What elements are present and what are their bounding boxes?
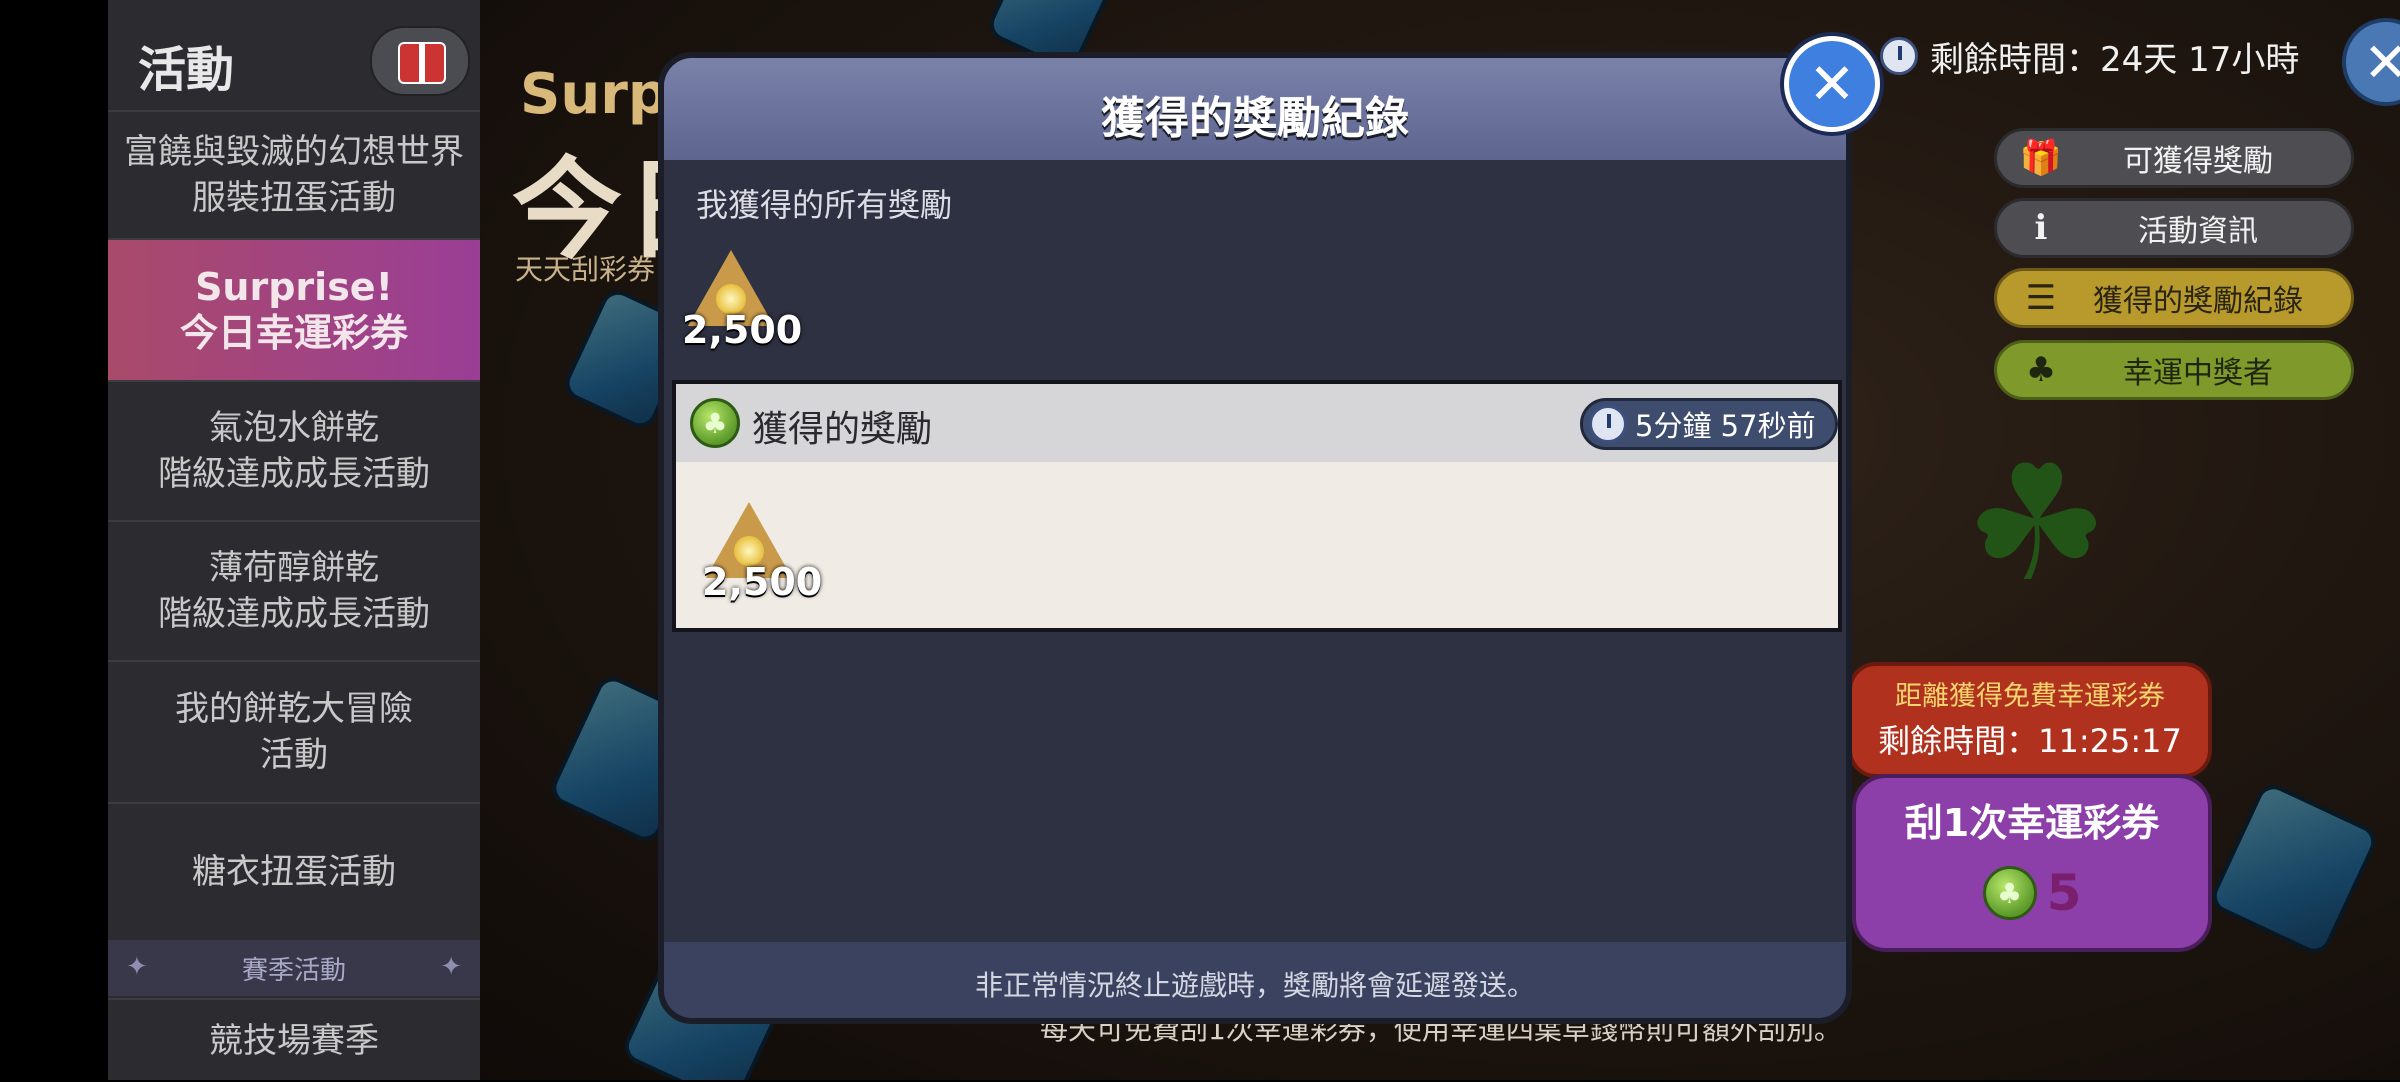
sidebar-item-sugar-gacha[interactable]: 糖衣扭蛋活動 (108, 802, 480, 940)
sidebar-item-lucky-ticket[interactable]: Surprise! 今日幸運彩券 (108, 238, 480, 380)
close-icon: ✕ (2363, 30, 2400, 94)
record-reward-amount: 2,500 (702, 560, 823, 604)
gift-icon: 🎁 (2019, 138, 2063, 178)
event-info-label: 活動資訊 (2138, 214, 2258, 249)
lucky-winners-button[interactable]: ♣ 幸運中獎者 (1994, 340, 2354, 400)
sparkle-icon: ✦ (440, 952, 462, 982)
scratch-cost-value: 5 (2046, 864, 2082, 922)
reward-history-label: 獲得的獎勵紀錄 (2093, 284, 2303, 319)
modal-title: 獲得的獎勵紀錄 (1101, 93, 1409, 144)
available-rewards-label: 可獲得獎勵 (2123, 144, 2273, 179)
event-sidebar: 活動 富饒與毀滅的幻想世界 服裝扭蛋活動 Surprise! 今日幸運彩券 氣泡… (108, 0, 480, 1080)
sidebar-item-cookie-adventure[interactable]: 我的餅乾大冒險 活動 (108, 660, 480, 802)
gift-box-button[interactable] (370, 26, 470, 96)
sidebar-item-menthol-cookie[interactable]: 薄荷醇餅乾 階級達成成長活動 (108, 520, 480, 660)
free-ticket-label: 距離獲得免費幸運彩券 (1895, 681, 2165, 712)
reward-record-time: 5分鐘 57秒前 (1580, 398, 1838, 450)
reward-history-modal: 獲得的獎勵紀錄 我獲得的所有獎勵 2,500 ♣ 獲得的獎勵 5分鐘 57秒前 … (658, 52, 1852, 1024)
free-ticket-timer-box: 距離獲得免費幸運彩券 剩餘時間：11:25:17 (1848, 662, 2212, 778)
clover-coin-icon: ♣ (690, 398, 740, 448)
total-reward-amount: 2,500 (682, 308, 803, 352)
modal-close-button[interactable]: ✕ (1784, 36, 1880, 132)
sidebar-header: 活動 (108, 0, 480, 110)
season-section-header: ✦ 賽季活動 ✦ (108, 940, 480, 996)
gift-icon (398, 42, 446, 84)
modal-footer-note: 非正常情況終止遊戲時，獎勵將會延遲發送。 (974, 969, 1535, 1002)
event-remaining-time: 剩餘時間：24天 17小時 (1880, 28, 2299, 84)
background-subtitle: 天天刮彩券 (515, 253, 656, 286)
reward-record-title: 獲得的獎勵 (752, 409, 933, 450)
info-icon: ℹ (2034, 208, 2048, 248)
modal-header: 獲得的獎勵紀錄 (664, 58, 1846, 160)
scratch-ticket-label: 刮1次幸運彩券 (1904, 801, 2160, 845)
clock-icon (1880, 37, 1918, 75)
reward-record-card: ♣ 獲得的獎勵 5分鐘 57秒前 2,500 (672, 380, 1842, 632)
free-ticket-timer: 剩餘時間：11:25:17 (1878, 722, 2182, 760)
close-icon: ✕ (1808, 51, 1856, 117)
lucky-winners-label: 幸運中獎者 (2123, 356, 2273, 391)
sidebar-item-arena-season[interactable]: 競技場賽季 (108, 998, 480, 1082)
season-header-label: 賽季活動 (241, 955, 346, 986)
available-rewards-button[interactable]: 🎁 可獲得獎勵 (1994, 128, 2354, 188)
clock-icon (1589, 405, 1627, 443)
all-rewards-label: 我獲得的所有獎勵 (696, 186, 953, 224)
reward-record-time-text: 5分鐘 57秒前 (1635, 409, 1816, 443)
clover-icon: ♣ (2025, 350, 2057, 390)
clover-coin-icon: ♣ (1982, 866, 2037, 920)
event-info-button[interactable]: ℹ 活動資訊 (1994, 198, 2354, 258)
scratch-ticket-button[interactable]: 刮1次幸運彩券 ♣ 5 (1852, 774, 2212, 952)
event-remaining-time-text: 剩餘時間：24天 17小時 (1930, 39, 2300, 80)
scratch-cost: ♣ 5 (1856, 864, 2208, 922)
list-icon: ☰ (2025, 278, 2057, 318)
sidebar-item-fantasy-gacha[interactable]: 富饒與毀滅的幻想世界 服裝扭蛋活動 (108, 110, 480, 238)
sidebar-title: 活動 (138, 42, 235, 98)
reward-history-button[interactable]: ☰ 獲得的獎勵紀錄 (1994, 268, 2354, 328)
sparkle-icon: ✦ (126, 952, 148, 982)
sidebar-item-soda-cookie[interactable]: 氣泡水餅乾 階級達成成長活動 (108, 380, 480, 520)
reward-record-header: ♣ 獲得的獎勵 5分鐘 57秒前 (676, 384, 1838, 462)
